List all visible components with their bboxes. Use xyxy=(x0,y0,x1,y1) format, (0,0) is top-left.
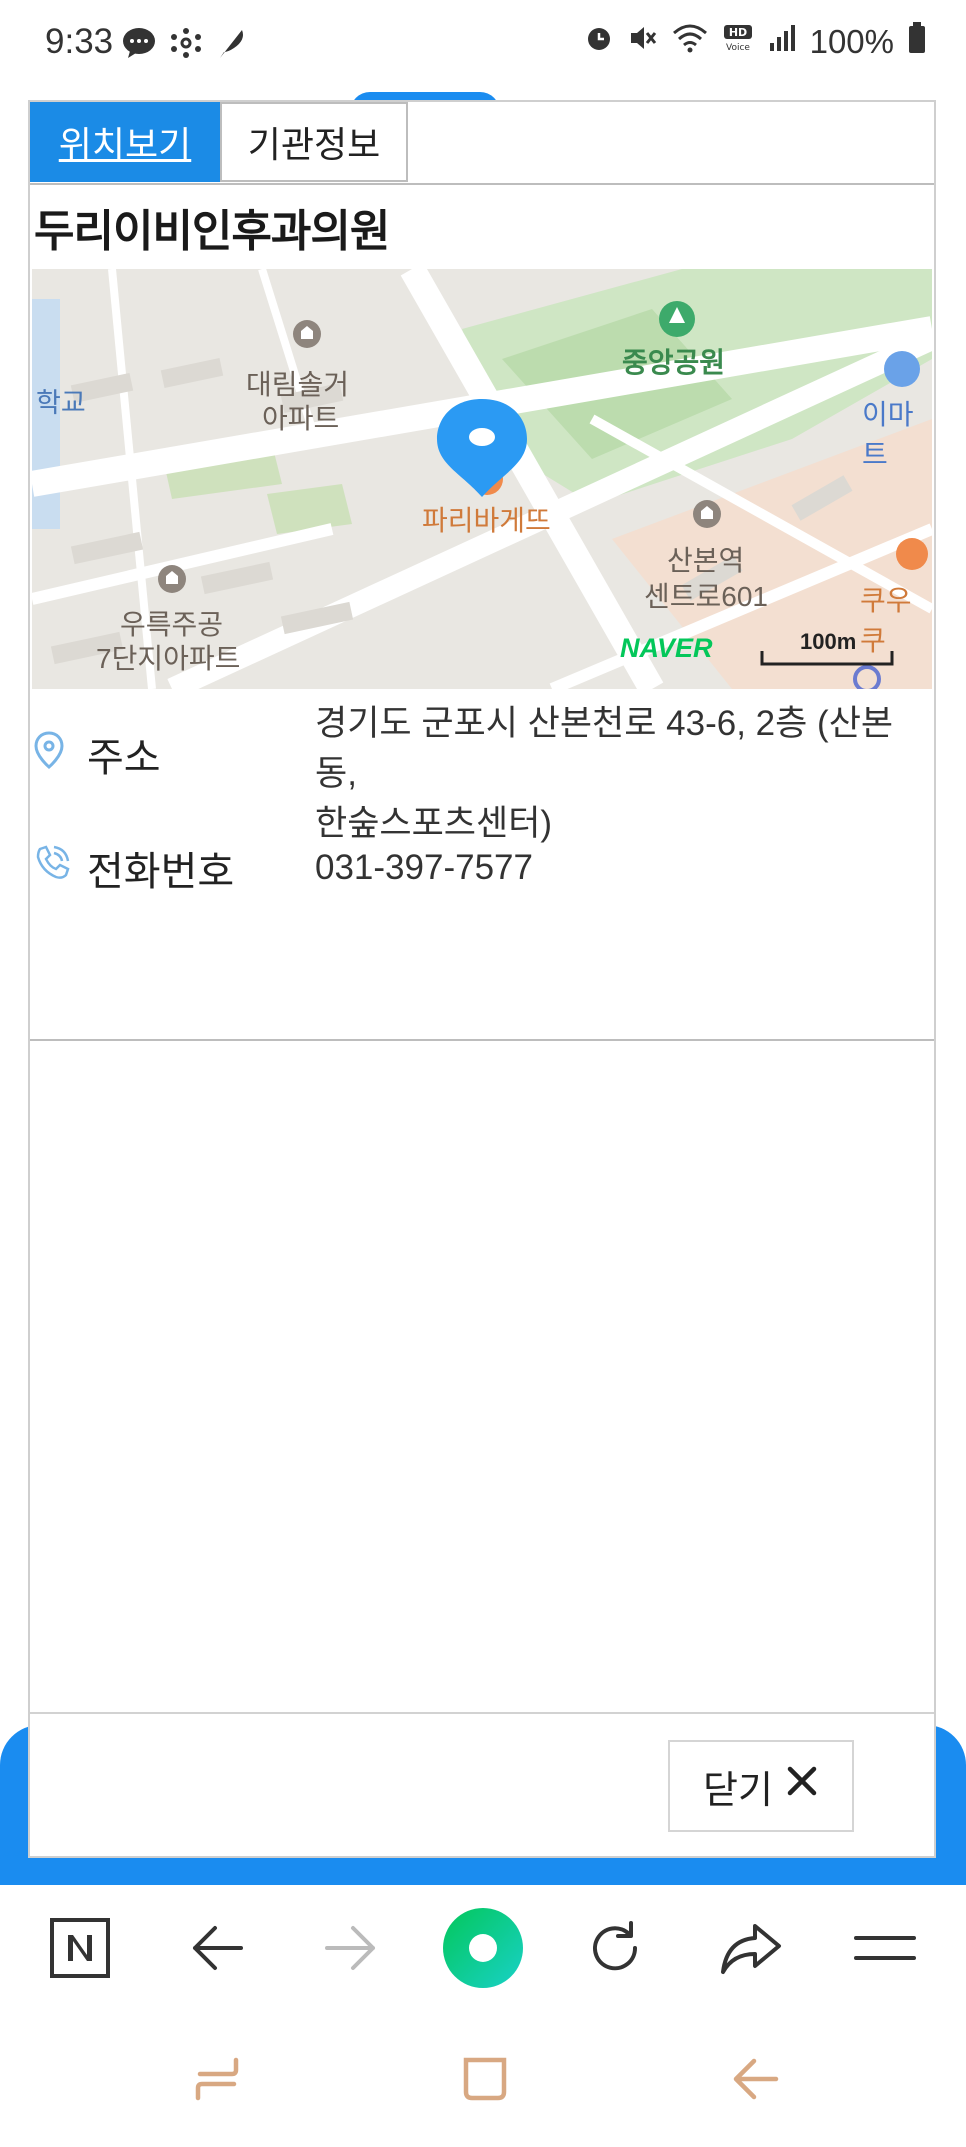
address-line-1: 경기도 군포시 산본천로 43-6, 2층 (산본동, xyxy=(315,704,894,793)
feather-icon xyxy=(216,26,246,64)
battery-percent: 100% xyxy=(809,23,894,60)
map-label-apt2-line2: 7단지아파트 xyxy=(96,643,241,674)
phone-label: 전화번호 xyxy=(87,850,235,894)
signal-icon xyxy=(768,23,796,61)
back-icon xyxy=(730,2054,780,2108)
status-bar: 9:33 HD Voice 100% xyxy=(0,0,966,90)
menu-button[interactable] xyxy=(830,1885,940,2015)
status-time: 9:33 xyxy=(45,22,114,61)
map-label-bakery: 파리바게뜨 xyxy=(422,505,551,536)
address-line-2: 한숲스포츠센터) xyxy=(315,804,553,843)
refresh-button[interactable] xyxy=(560,1885,670,2015)
forward-arrow-icon xyxy=(323,1923,379,1977)
refresh-icon xyxy=(585,1918,645,1982)
recent-apps-button[interactable] xyxy=(162,2015,272,2147)
tab-bar: 위치보기 기관정보 xyxy=(30,102,408,184)
map-scale-label: 100m xyxy=(800,629,857,654)
green-dot-icon xyxy=(441,1906,525,1994)
clinic-name: 두리이비인후과의원 xyxy=(34,207,390,256)
wifi-icon xyxy=(672,23,708,61)
footer-divider xyxy=(30,1712,934,1714)
recent-apps-icon xyxy=(192,2054,242,2108)
share-button[interactable] xyxy=(696,1885,806,2015)
close-button-label: 닫기 xyxy=(703,1769,773,1812)
home-button[interactable] xyxy=(430,2015,540,2147)
tab-location-view[interactable]: 위치보기 xyxy=(30,102,220,182)
back-arrow-icon xyxy=(189,1923,245,1977)
close-button[interactable]: 닫기 xyxy=(668,1740,854,1832)
phone-icon xyxy=(32,843,72,887)
phone-number-link[interactable]: 031-397-7577 xyxy=(315,843,935,893)
address-value: 경기도 군포시 산본천로 43-6, 2층 (산본동, 한숲스포츠센터) xyxy=(315,699,935,849)
location-pin-icon xyxy=(32,730,66,774)
map-label-park: 중앙공원 xyxy=(622,347,726,378)
map-label-apt1-line2: 아파트 xyxy=(262,403,340,434)
back-button[interactable] xyxy=(162,1885,272,2015)
map-label-emart: 이마트 xyxy=(862,399,914,470)
location-panel: 위치보기 기관정보 두리이비인후과의원 학교 대림솔거 아파트 중앙공원 이마트… xyxy=(28,100,936,1858)
forward-button[interactable] xyxy=(296,1885,406,2015)
location-map[interactable]: 학교 대림솔거 아파트 중앙공원 이마트 파리바게뜨 우륵주공 7단지아파트 산… xyxy=(32,269,932,689)
menu-icon xyxy=(854,1930,916,1970)
naver-logo: NAVER xyxy=(620,633,713,663)
svg-text:Voice: Voice xyxy=(726,43,750,53)
map-label-centro-line2: 센트로601 xyxy=(644,581,768,612)
naver-home-icon xyxy=(49,1917,111,1983)
system-navigation-bar xyxy=(0,2015,966,2147)
naver-home-button[interactable] xyxy=(25,1885,135,2015)
close-icon xyxy=(785,1764,819,1808)
battery-icon xyxy=(908,22,926,62)
mute-icon xyxy=(628,23,658,61)
tab-institution-info[interactable]: 기관정보 xyxy=(220,102,408,182)
tab-content: 두리이비인후과의원 학교 대림솔거 아파트 중앙공원 이마트 파리바게뜨 우륵주… xyxy=(30,183,934,1041)
alarm-icon xyxy=(584,23,614,61)
green-dot-button[interactable] xyxy=(428,1885,538,2015)
chat-bubble-icon xyxy=(122,27,156,63)
address-label: 주소 xyxy=(87,736,161,780)
network-icon xyxy=(170,27,202,63)
share-icon xyxy=(719,1920,783,1980)
map-label-centro-line1: 산본역 xyxy=(667,545,745,576)
home-icon xyxy=(460,2054,510,2108)
system-back-button[interactable] xyxy=(700,2015,810,2147)
map-label-kuu: 쿠우쿠 xyxy=(860,585,912,656)
hd-voice-icon: HD Voice xyxy=(722,23,754,61)
map-label-school: 학교 xyxy=(36,388,86,418)
svg-text:HD: HD xyxy=(728,26,746,39)
browser-toolbar xyxy=(0,1885,966,2015)
